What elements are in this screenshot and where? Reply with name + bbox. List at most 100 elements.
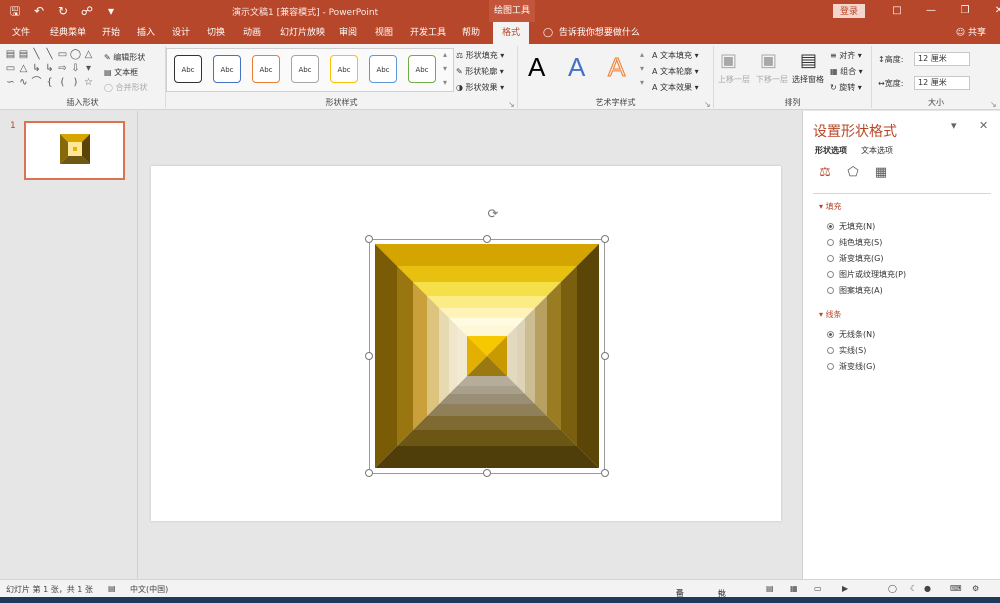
tab-format[interactable]: 格式: [493, 22, 530, 44]
shape-style-sample[interactable]: Abc: [174, 55, 202, 83]
customize-icon[interactable]: ▾: [102, 2, 120, 20]
gallery-scroll-down-icon[interactable]: ▾: [443, 64, 447, 73]
tab-insert[interactable]: 插入: [137, 22, 155, 44]
connector-shape-icon[interactable]: ↳: [30, 62, 43, 76]
selection-pane-button[interactable]: 选择窗格: [792, 74, 824, 85]
slide-thumbnail[interactable]: [24, 121, 125, 180]
text-outline-button[interactable]: A 文本轮廓 ▾: [652, 66, 699, 77]
radio-pattern-fill[interactable]: 图案填充(A): [827, 285, 883, 296]
resize-handle-bottom-right[interactable]: [601, 469, 609, 477]
shape-style-sample[interactable]: Abc: [408, 55, 436, 83]
size-properties-icon[interactable]: ▦: [873, 165, 889, 181]
tab-text-options[interactable]: 文本选项: [861, 145, 893, 156]
resize-handle-top-right[interactable]: [601, 235, 609, 243]
tab-review[interactable]: 审阅: [339, 22, 357, 44]
textbox-button[interactable]: ▤ 文本框: [104, 67, 138, 78]
shape-style-sample[interactable]: Abc: [213, 55, 241, 83]
ribbon-display-icon[interactable]: □: [880, 2, 914, 20]
tab-shape-options[interactable]: 形状选项: [815, 145, 847, 156]
rectangle-shape-icon[interactable]: ▭: [56, 48, 69, 62]
spellcheck-icon[interactable]: ▤: [108, 584, 116, 593]
fill-line-icon[interactable]: ⚖: [817, 165, 833, 181]
resize-handle-right[interactable]: [601, 352, 609, 360]
radio-picture-fill[interactable]: 图片或纹理填充(P): [827, 269, 906, 280]
star-shape-icon[interactable]: ☆: [82, 76, 95, 90]
share-button[interactable]: ☺ 共享: [956, 22, 986, 44]
shape-style-sample[interactable]: Abc: [369, 55, 397, 83]
connector-shape-icon[interactable]: ↳: [43, 62, 56, 76]
resize-handle-bottom-left[interactable]: [365, 469, 373, 477]
radio-gradient-line[interactable]: 渐变线(G): [827, 361, 875, 372]
tab-developer[interactable]: 开发工具: [410, 22, 446, 44]
arrow-right-shape-icon[interactable]: ⇨: [56, 62, 69, 76]
line-section-header[interactable]: ▾ 线条: [819, 309, 842, 320]
tab-view[interactable]: 视图: [375, 22, 393, 44]
textbox-shape-icon[interactable]: ▤: [4, 48, 17, 62]
slide-canvas[interactable]: ⟳: [151, 166, 781, 521]
close-pane-icon[interactable]: ✕: [979, 119, 988, 132]
language-indicator[interactable]: 中文(中国): [130, 584, 168, 595]
rectangle-shape-icon[interactable]: ▭: [4, 62, 17, 76]
bring-forward-button[interactable]: 上移一层: [718, 74, 750, 85]
oval-shape-icon[interactable]: ◯: [69, 48, 82, 62]
paren-shape-icon[interactable]: ): [69, 76, 82, 90]
radio-solid-line[interactable]: 实线(S): [827, 345, 866, 356]
paren-shape-icon[interactable]: (: [56, 76, 69, 90]
redo-icon[interactable]: ↻: [54, 2, 72, 20]
pyramid-shape[interactable]: [375, 244, 599, 468]
tab-animations[interactable]: 动画: [243, 22, 261, 44]
group-button[interactable]: ▦ 组合 ▾: [830, 66, 863, 77]
touch-mode-icon[interactable]: ☍: [78, 2, 96, 20]
more-shapes-icon[interactable]: ▾: [82, 62, 95, 76]
reading-view-icon[interactable]: ▭: [814, 584, 822, 593]
line-shape-icon[interactable]: ╲: [30, 48, 43, 62]
line-shape-icon[interactable]: ╲: [43, 48, 56, 62]
tab-classic-menu[interactable]: 经典菜单: [50, 22, 86, 44]
dialog-launcher-icon[interactable]: ↘: [990, 100, 997, 109]
fill-section-header[interactable]: ▾ 填充: [819, 201, 842, 212]
tab-design[interactable]: 设计: [172, 22, 190, 44]
wordart-blue-sample[interactable]: A: [568, 52, 585, 83]
close-icon[interactable]: ✕: [982, 2, 1000, 20]
wordart-plain-sample[interactable]: A: [528, 52, 545, 83]
slide-sorter-icon[interactable]: ▦: [790, 584, 798, 593]
minimize-icon[interactable]: —: [914, 2, 948, 20]
freeform-shape-icon[interactable]: ∽: [4, 76, 17, 90]
triangle-shape-icon[interactable]: △: [82, 48, 95, 62]
brace-shape-icon[interactable]: {: [43, 76, 56, 90]
radio-no-line[interactable]: 无线条(N): [827, 329, 875, 340]
gallery-scroll-up-icon[interactable]: ▴: [640, 50, 644, 59]
login-button[interactable]: 登录: [833, 4, 865, 18]
text-fill-button[interactable]: A 文本填充 ▾: [652, 50, 699, 61]
undo-icon[interactable]: ↶: [30, 2, 48, 20]
triangle-shape-icon[interactable]: △: [17, 62, 30, 76]
radio-solid-fill[interactable]: 纯色填充(S): [827, 237, 882, 248]
dialog-launcher-icon[interactable]: ↘: [704, 100, 711, 109]
rotate-button[interactable]: ↻ 旋转 ▾: [830, 82, 862, 93]
edit-shape-button[interactable]: ✎ 编辑形状: [104, 52, 145, 63]
shape-effects-button[interactable]: ◑ 形状效果 ▾: [456, 82, 504, 93]
width-input[interactable]: 12 厘米: [914, 76, 970, 90]
resize-handle-top[interactable]: [483, 235, 491, 243]
resize-handle-top-left[interactable]: [365, 235, 373, 243]
keyboard-icon[interactable]: ⌨: [950, 584, 962, 593]
shape-outline-button[interactable]: ✎ 形状轮廓 ▾: [456, 66, 504, 77]
gallery-more-icon[interactable]: ▾: [640, 78, 644, 87]
shape-style-sample[interactable]: Abc: [330, 55, 358, 83]
shapes-gallery[interactable]: ▤ ▤ ╲ ╲ ▭ ◯ △ ▭ △ ↳ ↳ ⇨ ⇩ ▾ ∽ ∿ ⌒ { ( ) …: [4, 48, 96, 92]
tab-slideshow[interactable]: 幻灯片放映: [280, 22, 325, 44]
slideshow-icon[interactable]: ▶: [842, 584, 848, 593]
effects-pentagon-icon[interactable]: ⬠: [845, 165, 861, 181]
rotate-handle-icon[interactable]: ⟳: [485, 207, 501, 223]
align-button[interactable]: ≡ 对齐 ▾: [830, 50, 862, 61]
shape-fill-button[interactable]: ⚖ 形状填充 ▾: [456, 50, 504, 61]
shape-style-sample[interactable]: Abc: [291, 55, 319, 83]
merge-shapes-button[interactable]: ◯ 合并形状: [104, 82, 148, 93]
tab-help[interactable]: 帮助: [462, 22, 480, 44]
gallery-more-icon[interactable]: ▾: [443, 78, 447, 87]
tab-home[interactable]: 开始: [102, 22, 120, 44]
restore-icon[interactable]: ❐: [948, 2, 982, 20]
resize-handle-bottom[interactable]: [483, 469, 491, 477]
tab-file[interactable]: 文件: [12, 22, 30, 44]
curve-shape-icon[interactable]: ∿: [17, 76, 30, 90]
